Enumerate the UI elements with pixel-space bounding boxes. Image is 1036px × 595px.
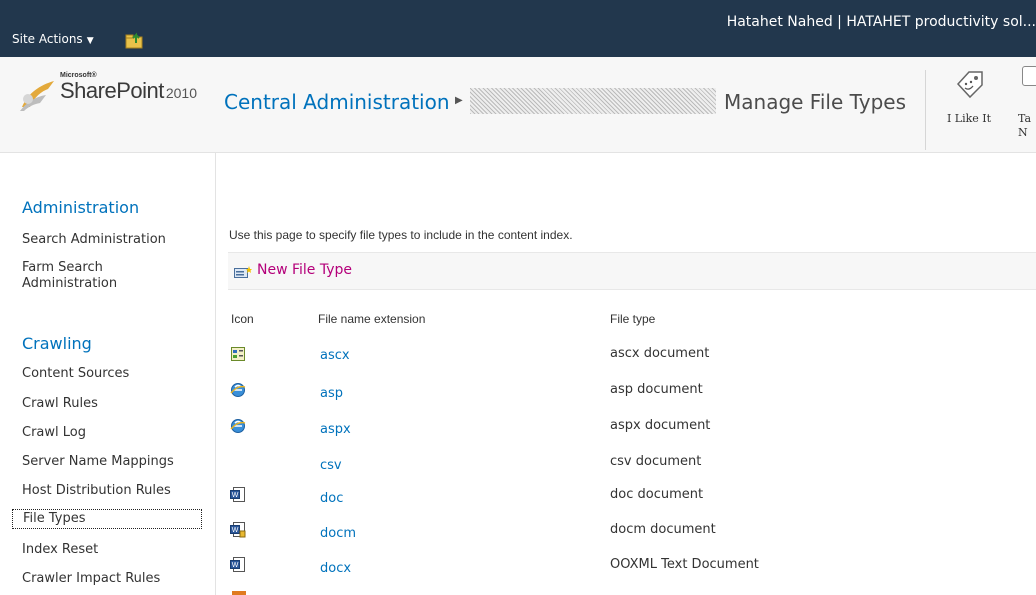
- quick-launch: Administration Search Administration Far…: [0, 152, 216, 595]
- tags-notes-button[interactable]: Ta N: [1010, 62, 1036, 142]
- file-type-value: asp document: [610, 382, 703, 397]
- nav-item-index-reset[interactable]: Index Reset: [22, 542, 98, 558]
- extension-link[interactable]: asp: [320, 386, 343, 401]
- ascx-file-icon: [231, 347, 245, 361]
- new-file-type-link[interactable]: New File Type: [257, 262, 352, 278]
- table-row: csv csv document: [228, 452, 1036, 482]
- navigate-up-icon[interactable]: [124, 31, 146, 49]
- like-tag-icon: [956, 71, 983, 99]
- svg-text:W: W: [232, 492, 239, 499]
- svg-text:W: W: [232, 527, 239, 534]
- file-type-value: ascx document: [610, 346, 710, 361]
- nav-item-search-administration[interactable]: Search Administration: [22, 232, 166, 248]
- file-type-value: OOXML Text Document: [610, 557, 759, 572]
- table-row: aspx aspx document: [228, 416, 1036, 446]
- ie-globe-icon: [230, 419, 246, 433]
- file-type-value: docm document: [610, 522, 716, 537]
- new-item-icon: [234, 266, 252, 278]
- extension-link[interactable]: ascx: [320, 348, 350, 363]
- svg-text:W: W: [232, 562, 239, 569]
- word-doc-icon: W: [230, 557, 245, 572]
- table-row: W docx OOXML Text Document: [228, 555, 1036, 585]
- file-type-value: aspx document: [610, 418, 711, 433]
- table-row: W doc doc document: [228, 485, 1036, 515]
- sharepoint-label: SharePoint: [60, 78, 164, 103]
- version-label: 2010: [165, 85, 198, 101]
- ribbon-top-bar: Site Actions ▼ Hatahet Nahed | HATAHET pr…: [0, 0, 1036, 57]
- nav-heading-crawling[interactable]: Crawling: [22, 334, 92, 353]
- extension-link[interactable]: docm: [320, 526, 356, 541]
- table-row: asp asp document: [228, 380, 1036, 410]
- extension-link[interactable]: doc: [320, 491, 343, 506]
- table-row: ascx ascx document: [228, 344, 1036, 374]
- header-divider: [925, 70, 926, 150]
- page-description: Use this page to specify file types to i…: [229, 228, 573, 242]
- nav-item-server-name-mappings[interactable]: Server Name Mappings: [22, 454, 174, 470]
- nav-item-farm-search-administration[interactable]: Farm Search Administration: [22, 260, 182, 292]
- site-actions-label: Site Actions: [12, 32, 83, 46]
- column-header-extension[interactable]: File name extension: [318, 312, 425, 326]
- nav-item-crawler-impact-rules[interactable]: Crawler Impact Rules: [22, 571, 160, 587]
- nav-item-host-distribution-rules[interactable]: Host Distribution Rules: [22, 483, 171, 499]
- breadcrumb-separator-icon: ▶: [455, 95, 463, 106]
- ie-globe-icon: [230, 383, 246, 397]
- redacted-breadcrumb: [470, 88, 716, 114]
- nav-heading-administration[interactable]: Administration: [22, 198, 139, 217]
- extension-link[interactable]: aspx: [320, 422, 351, 437]
- file-icon-partial: [232, 591, 246, 595]
- tags-notes-label: Ta N: [1018, 112, 1032, 139]
- microsoft-label: Microsoft®: [60, 72, 97, 79]
- breadcrumb-central-admin[interactable]: Central Administration: [224, 90, 450, 114]
- sharepoint-logo-icon: [20, 81, 54, 111]
- column-header-file-type[interactable]: File type: [610, 312, 655, 326]
- nav-item-crawl-log[interactable]: Crawl Log: [22, 425, 86, 441]
- file-type-value: doc document: [610, 487, 704, 502]
- chevron-down-icon: ▼: [86, 36, 94, 46]
- word-docm-icon: W: [230, 522, 246, 538]
- file-type-value: csv document: [610, 454, 702, 469]
- extension-link[interactable]: csv: [320, 458, 342, 473]
- column-header-icon: Icon: [231, 312, 254, 326]
- page-title: Manage File Types: [724, 90, 906, 114]
- nav-item-crawl-rules[interactable]: Crawl Rules: [22, 396, 98, 412]
- site-actions-menu[interactable]: Site Actions ▼: [12, 32, 94, 46]
- i-like-it-label: I Like It: [946, 112, 992, 125]
- i-like-it-button[interactable]: I Like It: [938, 62, 1000, 142]
- word-doc-icon: W: [230, 487, 245, 502]
- nav-item-file-types[interactable]: File Types: [12, 509, 202, 529]
- nav-item-content-sources[interactable]: Content Sources: [22, 366, 129, 382]
- table-row: W docm docm document: [228, 520, 1036, 550]
- sharepoint-brand: Microsoft® SharePoint 2010: [60, 72, 198, 104]
- note-icon: [1022, 66, 1036, 86]
- toolbar: New File Type: [228, 252, 1036, 290]
- user-menu[interactable]: Hatahet Nahed | HATAHET productivity sol…: [727, 14, 1036, 30]
- extension-link[interactable]: docx: [320, 561, 351, 576]
